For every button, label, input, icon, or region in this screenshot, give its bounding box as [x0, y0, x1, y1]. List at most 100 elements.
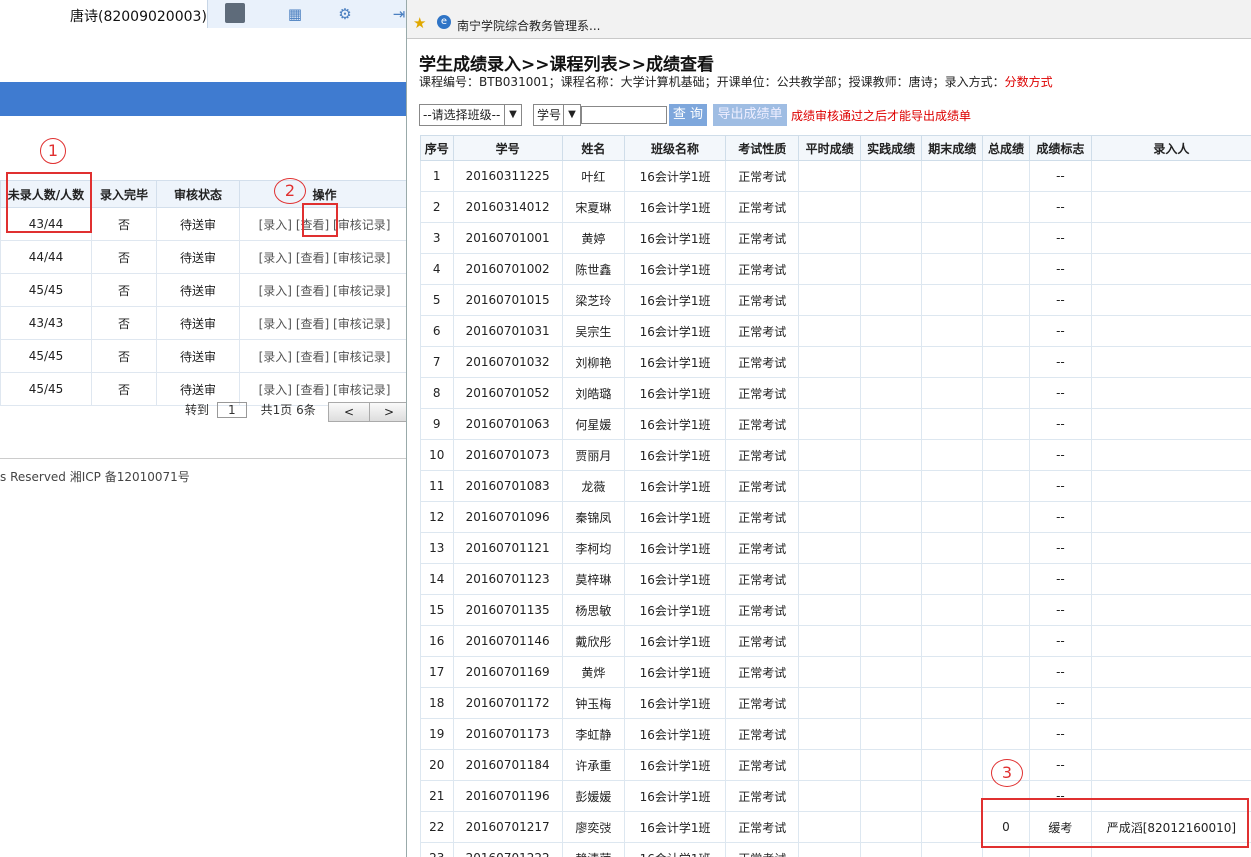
- no-cell: 21: [420, 780, 454, 812]
- usual-score-cell: [798, 470, 861, 502]
- ops-cell: [录入] [查看] [审核记录]: [239, 240, 410, 274]
- practice-score-cell: [859, 253, 923, 285]
- class-cell: 16会计学1班: [623, 377, 727, 409]
- view-link[interactable]: [查看]: [296, 383, 329, 397]
- final-score-cell: [921, 253, 983, 285]
- usual-score-cell: [798, 439, 861, 471]
- name-cell: 李柯均: [561, 532, 626, 564]
- exam-type-cell: 正常考试: [725, 594, 800, 626]
- audit-record-link[interactable]: [审核记录]: [333, 350, 390, 364]
- view-link[interactable]: [查看]: [296, 350, 329, 364]
- practice-score-cell: [859, 501, 923, 533]
- grid-icon[interactable]: ▦: [286, 5, 304, 23]
- avatar[interactable]: [225, 3, 245, 23]
- usual-score-cell: [798, 160, 861, 192]
- table-row: 44/44 否待送审 [录入] [查看] [审核记录]: [0, 240, 410, 274]
- name-cell: 刘柳艳: [561, 346, 626, 378]
- table-row: 20 20160701184 许承重 16会计学1班 正常考试 --: [420, 749, 1251, 781]
- exam-type-cell: 正常考试: [725, 191, 800, 223]
- class-cell: 16会计学1班: [623, 315, 727, 347]
- table-row: 45/45 否待送审 [录入] [查看] [审核记录]: [0, 273, 410, 307]
- score-flag-cell: --: [1028, 191, 1092, 223]
- name-cell: 戴欣彤: [561, 625, 626, 657]
- name-cell: 赖清萍: [561, 842, 626, 857]
- enter-link[interactable]: [录入]: [259, 383, 292, 397]
- col-header-total: 总成绩: [982, 135, 1030, 161]
- field-select[interactable]: 学号 ▼: [533, 104, 581, 126]
- class-cell: 16会计学1班: [623, 501, 727, 533]
- no-cell: 11: [420, 470, 454, 502]
- class-select[interactable]: --请选择班级-- ▼: [419, 104, 522, 126]
- view-link[interactable]: [查看]: [296, 284, 329, 298]
- no-cell: 23: [420, 842, 454, 857]
- search-input[interactable]: [581, 106, 667, 124]
- view-link[interactable]: [查看]: [296, 317, 329, 331]
- next-page-button[interactable]: >: [369, 403, 409, 421]
- pager-goto-label: 转到: [185, 403, 210, 417]
- page-number-input[interactable]: 1: [216, 402, 247, 418]
- browser-tab-title[interactable]: 南宁学院综合教务管理系...: [457, 17, 600, 34]
- audit-record-link[interactable]: [审核记录]: [333, 284, 390, 298]
- class-cell: 16会计学1班: [623, 656, 727, 688]
- no-cell: 6: [420, 315, 454, 347]
- exam-type-cell: 正常考试: [725, 656, 800, 688]
- exam-type-cell: 正常考试: [725, 346, 800, 378]
- final-score-cell: [921, 594, 983, 626]
- enter-link[interactable]: [录入]: [259, 350, 292, 364]
- usual-score-cell: [798, 563, 861, 595]
- prev-page-button[interactable]: <: [329, 403, 370, 421]
- class-cell: 16会计学1班: [623, 594, 727, 626]
- favorites-star-icon[interactable]: ★: [413, 14, 426, 32]
- entered-by-cell: [1090, 470, 1251, 502]
- final-score-cell: [921, 811, 983, 843]
- done-cell: 否: [91, 372, 157, 406]
- practice-score-cell: [859, 811, 923, 843]
- name-cell: 黄婷: [561, 222, 626, 254]
- status-cell: 待送审: [156, 306, 240, 340]
- col-header-name: 姓名: [561, 135, 626, 161]
- exam-type-cell: 正常考试: [725, 439, 800, 471]
- status-cell: 待送审: [156, 207, 240, 241]
- final-score-cell: [921, 439, 983, 471]
- practice-score-cell: [859, 470, 923, 502]
- total-score-cell: [982, 501, 1030, 533]
- enter-link[interactable]: [录入]: [259, 284, 292, 298]
- exam-type-cell: 正常考试: [725, 563, 800, 595]
- entered-by-cell: [1090, 501, 1251, 533]
- col-header-practice: 实践成绩: [859, 135, 923, 161]
- query-button[interactable]: 查 询: [669, 104, 707, 126]
- practice-score-cell: [859, 222, 923, 254]
- exam-type-cell: 正常考试: [725, 470, 800, 502]
- gear-icon[interactable]: ⚙: [336, 5, 354, 23]
- enter-link[interactable]: [录入]: [259, 317, 292, 331]
- table-row: 13 20160701121 李柯均 16会计学1班 正常考试 --: [420, 532, 1251, 564]
- score-flag-cell: --: [1028, 470, 1092, 502]
- class-cell: 16会计学1班: [623, 191, 727, 223]
- final-score-cell: [921, 346, 983, 378]
- enter-link[interactable]: [录入]: [259, 218, 292, 232]
- view-link[interactable]: [查看]: [296, 251, 329, 265]
- audit-record-link[interactable]: [审核记录]: [333, 317, 390, 331]
- practice-score-cell: [859, 780, 923, 812]
- final-score-cell: [921, 315, 983, 347]
- total-score-cell: [982, 563, 1030, 595]
- course-info-text: 课程编号：BTB031001；课程名称：大学计算机基础；开课单位：公共教学部；授…: [419, 75, 1005, 89]
- export-button[interactable]: 导出成绩单: [713, 104, 787, 126]
- total-score-cell: [982, 160, 1030, 192]
- status-cell: 待送审: [156, 273, 240, 307]
- ops-cell: [录入] [查看] [审核记录]: [239, 339, 410, 373]
- total-score-cell: [982, 315, 1030, 347]
- table-row: 14 20160701123 莫梓琳 16会计学1班 正常考试 --: [420, 563, 1251, 595]
- audit-record-link[interactable]: [审核记录]: [333, 383, 390, 397]
- audit-record-link[interactable]: [审核记录]: [333, 251, 390, 265]
- done-cell: 否: [91, 273, 157, 307]
- count-cell: 45/45: [0, 372, 92, 406]
- class-cell: 16会计学1班: [623, 532, 727, 564]
- enter-link[interactable]: [录入]: [259, 251, 292, 265]
- student-id-cell: 20160701052: [452, 377, 563, 409]
- total-score-cell: [982, 594, 1030, 626]
- audit-record-link[interactable]: [审核记录]: [333, 218, 390, 232]
- status-cell: 待送审: [156, 339, 240, 373]
- col-header-exam: 考试性质: [725, 135, 800, 161]
- name-cell: 宋夏琳: [561, 191, 626, 223]
